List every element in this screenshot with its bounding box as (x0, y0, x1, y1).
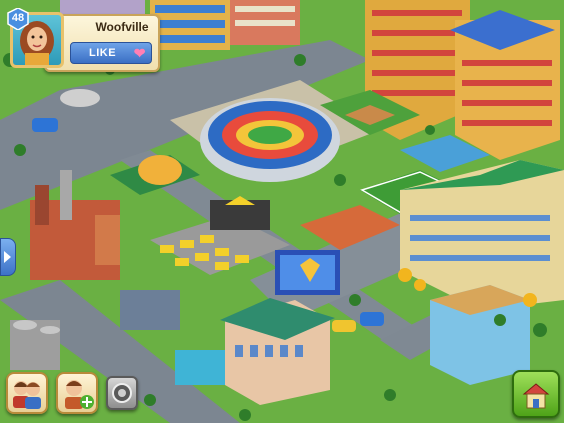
friends-button[interactable] (6, 372, 48, 414)
like-label: LIKE (89, 47, 117, 59)
level-number: 48 (11, 12, 25, 24)
badge-icon (112, 383, 132, 403)
add-friend-button[interactable] (56, 372, 98, 414)
warehouse (120, 290, 180, 330)
achievements-button[interactable] (106, 376, 138, 410)
like-button[interactable]: LIKE ❤ (70, 42, 152, 64)
blue-car (360, 312, 384, 326)
build-icon (522, 383, 550, 409)
arrow-right-icon[interactable] (0, 238, 16, 276)
level-badge: 48 (6, 7, 30, 31)
build-button[interactable] (512, 370, 560, 418)
tanker-truck (60, 89, 100, 107)
blimp (138, 155, 182, 185)
conveyor (175, 350, 225, 385)
yellow-car (332, 320, 356, 332)
add-friend-icon (65, 380, 94, 409)
friends-icon (13, 381, 41, 409)
blue-car (32, 118, 58, 132)
city-name: Woofville (95, 20, 149, 34)
profile-panel: Woofville LIKE ❤ 48 (6, 7, 160, 72)
heart-icon: ❤ (133, 45, 146, 61)
